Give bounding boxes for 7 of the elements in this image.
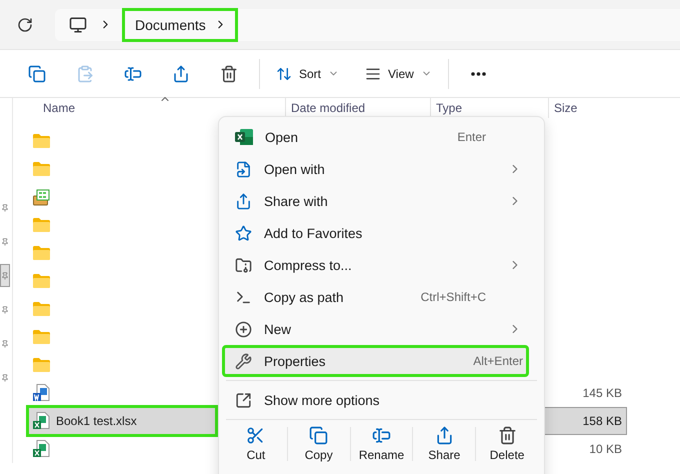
file-size: 10 KB: [589, 442, 623, 456]
shortcut-text: Enter: [457, 130, 486, 144]
file-name: Book1 test.xlsx: [56, 414, 137, 428]
shortcut-text: Alt+Enter: [473, 354, 523, 368]
file-size: 158 KB: [582, 414, 623, 428]
shortcut-text: Ctrl+Shift+C: [420, 290, 486, 304]
file-size: 145 KB: [582, 386, 623, 400]
